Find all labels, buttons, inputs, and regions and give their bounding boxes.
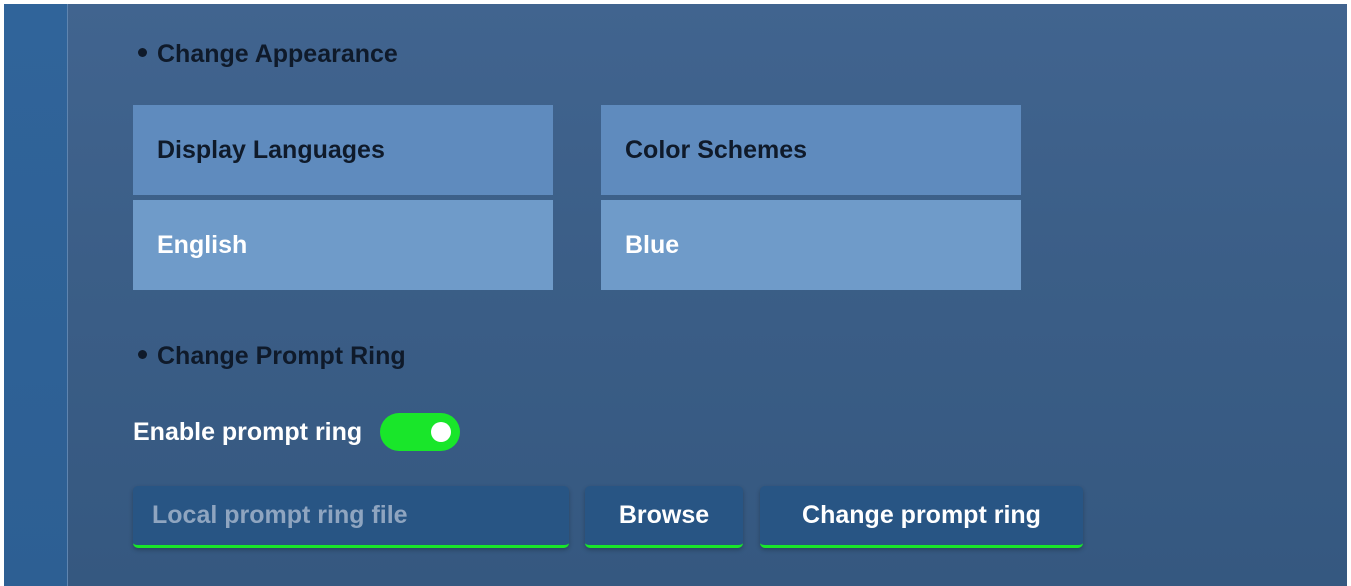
browse-button-label: Browse: [618, 501, 710, 529]
display-languages-label: Display Languages: [157, 135, 385, 164]
change-prompt-ring-label: Change prompt ring: [802, 501, 1041, 529]
change-prompt-ring-button[interactable]: Change prompt ring: [760, 486, 1083, 548]
color-schemes-label: Color Schemes: [625, 135, 808, 164]
prompt-ring-file-field[interactable]: [133, 486, 569, 548]
display-languages-header: Display Languages: [133, 105, 553, 195]
prompt-ring-title-text: Change Prompt Ring: [157, 342, 406, 370]
display-language-selector[interactable]: English: [133, 200, 553, 290]
browse-button[interactable]: Browse: [585, 486, 743, 548]
toggle-knob: [431, 422, 452, 442]
display-language-value: English: [157, 230, 248, 259]
prompt-ring-file-input[interactable]: [150, 500, 569, 531]
color-schemes-header: Color Schemes: [601, 105, 1021, 195]
enable-prompt-ring-row: Enable prompt ring: [133, 410, 461, 454]
color-scheme-selector[interactable]: Blue: [601, 200, 1021, 290]
bullet-icon: [138, 349, 147, 359]
color-scheme-value: Blue: [625, 230, 680, 259]
bullet-icon: [138, 47, 147, 57]
settings-panel: Change Appearance Display Languages Engl…: [4, 4, 1347, 586]
sidebar-strip: [4, 4, 68, 586]
appearance-title-text: Change Appearance: [157, 40, 398, 68]
appearance-section-title: Change Appearance: [138, 40, 398, 69]
enable-prompt-ring-label: Enable prompt ring: [133, 417, 363, 446]
enable-prompt-ring-toggle[interactable]: [380, 413, 461, 451]
prompt-ring-section-title: Change Prompt Ring: [138, 342, 406, 371]
settings-content: Change Appearance Display Languages Engl…: [133, 4, 1133, 586]
